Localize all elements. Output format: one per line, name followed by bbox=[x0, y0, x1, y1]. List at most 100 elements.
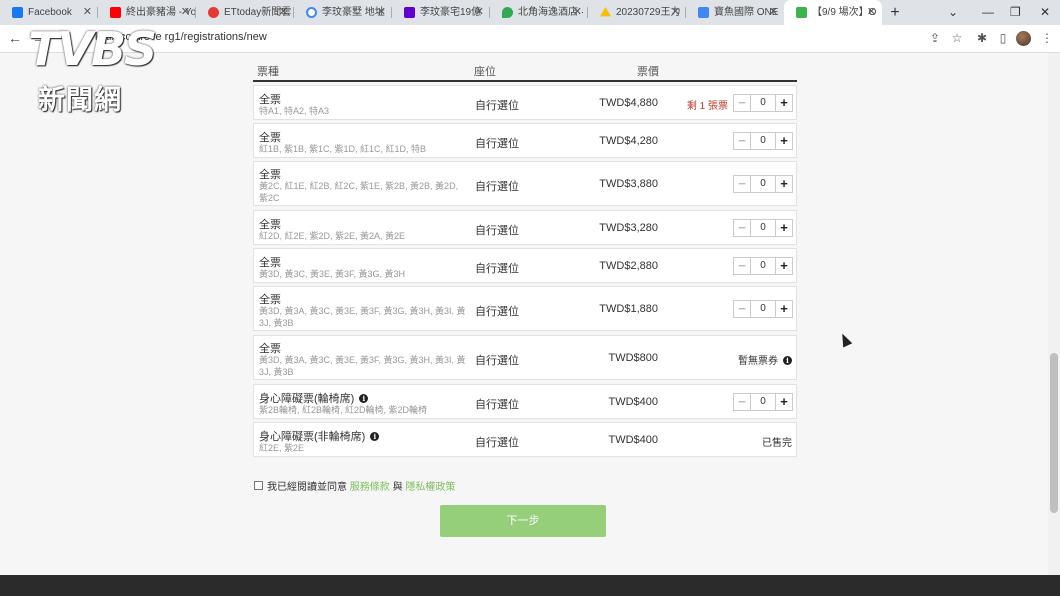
info-icon[interactable]: i bbox=[370, 432, 380, 441]
avatar[interactable] bbox=[1016, 31, 1031, 46]
browser-tab-yahoo[interactable]: 李玟豪宅19億 ✕ bbox=[392, 0, 490, 25]
kktix-icon bbox=[796, 7, 807, 18]
ticket-row: 身心障礙票(輪椅席) i 紫2B輪椅, 紅2B輪椅, 紅2D輪椅, 紫2D輪椅 自… bbox=[253, 384, 797, 419]
decrement-button[interactable]: − bbox=[733, 219, 751, 237]
quantity-value[interactable]: 0 bbox=[751, 175, 775, 193]
decrement-button[interactable]: − bbox=[733, 132, 751, 150]
increment-button[interactable]: + bbox=[775, 393, 793, 411]
close-tab-icon[interactable]: ✕ bbox=[671, 0, 680, 25]
ticket-seats: 特A1, 特A2, 特A3 bbox=[259, 106, 330, 116]
decrement-button[interactable]: − bbox=[733, 175, 751, 193]
next-step-button[interactable]: 下一步 bbox=[440, 505, 606, 537]
quantity-stepper: − 0 + bbox=[733, 132, 793, 150]
ticket-seats: 黃2C, 紅1E, 紅2B, 紅2C, 紫1E, 紫2B, 黃2B, 黃2D, … bbox=[259, 181, 459, 203]
browser-tab-docs[interactable]: 寶魚國際 ONE ✕ bbox=[686, 0, 784, 25]
ticket-row: 全票 紅2D, 紅2E, 紫2D, 紫2E, 黃2A, 黃2E 自行選位 TWD… bbox=[253, 210, 797, 245]
terms-agreement: 我已經閱讀並同意 服務條款 與 隱私權政策 bbox=[254, 478, 455, 493]
seat-selection: 自行選位 bbox=[475, 437, 519, 449]
decrement-button[interactable]: − bbox=[733, 257, 751, 275]
increment-button[interactable]: + bbox=[775, 219, 793, 237]
tvbs-logo: TVBS bbox=[28, 22, 157, 76]
header-seat: 座位 bbox=[474, 66, 496, 78]
quantity-stepper: − 0 + bbox=[733, 257, 793, 275]
seat-selection: 自行選位 bbox=[475, 138, 519, 150]
back-icon[interactable]: ← bbox=[8, 30, 22, 46]
seat-selection: 自行選位 bbox=[475, 306, 519, 318]
scroll-thumb[interactable] bbox=[1050, 353, 1058, 513]
close-tab-icon[interactable]: ✕ bbox=[867, 0, 876, 25]
ticket-row: 全票 黃3D, 黃3A, 黃3C, 黃3E, 黃3F, 黃3G, 黃3H, 黃3… bbox=[253, 286, 797, 331]
bookmark-star-icon[interactable]: ☆ bbox=[950, 31, 964, 45]
decrement-button[interactable]: − bbox=[733, 300, 751, 318]
ticket-price: TWD$3,280 bbox=[599, 222, 658, 234]
info-icon[interactable]: i bbox=[783, 356, 792, 365]
ticket-row: 全票 黃2C, 紅1E, 紅2B, 紅2C, 紫1E, 紫2B, 黃2B, 黃2… bbox=[253, 161, 797, 206]
decrement-button[interactable]: − bbox=[733, 393, 751, 411]
agreement-and: 與 bbox=[392, 482, 403, 493]
increment-button[interactable]: + bbox=[775, 132, 793, 150]
increment-button[interactable]: + bbox=[775, 300, 793, 318]
terms-link[interactable]: 服務條款 bbox=[350, 478, 390, 493]
ticket-row: 全票 紅1B, 紫1B, 紫1C, 紫1D, 紅1C, 紅1D, 特B 自行選位… bbox=[253, 123, 797, 158]
ticket-price: TWD$4,880 bbox=[599, 97, 658, 109]
info-icon[interactable]: i bbox=[359, 394, 369, 403]
quantity-stepper: − 0 + bbox=[733, 393, 793, 411]
ticket-price: TWD$800 bbox=[608, 352, 658, 364]
ticket-price: TWD$3,880 bbox=[599, 178, 658, 190]
share-icon[interactable]: ⇪ bbox=[928, 31, 942, 45]
increment-button[interactable]: + bbox=[775, 94, 793, 112]
agree-checkbox[interactable] bbox=[254, 481, 263, 490]
browser-tab-drive[interactable]: 20230729王力 ✕ bbox=[588, 0, 686, 25]
extensions-icon[interactable]: ✱ bbox=[975, 31, 989, 45]
ticket-row: 全票 特A1, 特A2, 特A3 自行選位 TWD$4,880 剩 1 張票 −… bbox=[253, 85, 797, 120]
ticket-row: 身心障礙票(非輪椅席) i 紅2E, 紫2E 自行選位 TWD$400 已售完 bbox=[253, 422, 797, 457]
new-tab-button[interactable]: + bbox=[882, 0, 908, 25]
quantity-value[interactable]: 0 bbox=[751, 132, 775, 150]
close-tab-icon[interactable]: ✕ bbox=[573, 0, 582, 25]
menu-icon[interactable]: ⋮ bbox=[1040, 31, 1054, 45]
increment-button[interactable]: + bbox=[775, 175, 793, 193]
ticket-seats: 紫2B輪椅, 紅2B輪椅, 紅2D輪椅, 紫2D輪椅 bbox=[259, 405, 428, 415]
decrement-button[interactable]: − bbox=[733, 94, 751, 112]
quantity-value[interactable]: 0 bbox=[751, 300, 775, 318]
browser-tab-maps[interactable]: 北角海逸酒店 · ✕ bbox=[490, 0, 588, 25]
seat-selection: 自行選位 bbox=[475, 225, 519, 237]
quantity-value[interactable]: 0 bbox=[751, 393, 775, 411]
quantity-stepper: − 0 + bbox=[733, 175, 793, 193]
tab-title: 李玟豪墅 地址 bbox=[322, 7, 385, 18]
close-window-icon[interactable]: ✕ bbox=[1040, 0, 1050, 25]
google-icon bbox=[306, 7, 317, 18]
increment-button[interactable]: + bbox=[775, 257, 793, 275]
ticket-row: 全票 黃3D, 黃3A, 黃3C, 黃3E, 黃3F, 黃3G, 黃3H, 黃3… bbox=[253, 335, 797, 380]
browser-tab-kktix[interactable]: 【9/9 場次】O ✕ bbox=[784, 0, 882, 25]
close-tab-icon[interactable]: ✕ bbox=[769, 0, 778, 25]
seat-selection: 自行選位 bbox=[475, 399, 519, 411]
quantity-value[interactable]: 0 bbox=[751, 94, 775, 112]
agreement-text: 我已經閱讀並同意 bbox=[267, 482, 347, 493]
header-price: 票價 bbox=[637, 66, 659, 78]
close-tab-icon[interactable]: ✕ bbox=[475, 0, 484, 25]
browser-tab-google[interactable]: 李玟豪墅 地址 ✕ bbox=[294, 0, 392, 25]
quantity-stepper: − 0 + bbox=[733, 300, 793, 318]
quantity-stepper: − 0 + bbox=[733, 94, 793, 112]
close-tab-icon[interactable]: ✕ bbox=[279, 0, 288, 25]
tab-title: 李玟豪宅19億 bbox=[420, 7, 482, 18]
quantity-value[interactable]: 0 bbox=[751, 257, 775, 275]
ticket-row: 全票 黃3D, 黃3C, 黃3E, 黃3F, 黃3G, 黃3H 自行選位 TWD… bbox=[253, 248, 797, 283]
close-tab-icon[interactable]: ✕ bbox=[377, 0, 386, 25]
ettoday-icon bbox=[208, 7, 219, 18]
minimize-icon[interactable]: — bbox=[982, 0, 994, 25]
ticket-price: TWD$400 bbox=[608, 396, 658, 408]
quantity-value[interactable]: 0 bbox=[751, 219, 775, 237]
docs-icon bbox=[698, 7, 709, 18]
restore-icon[interactable]: ❐ bbox=[1010, 0, 1021, 25]
seat-selection: 自行選位 bbox=[475, 100, 519, 112]
facebook-icon bbox=[12, 7, 23, 18]
scrollbar[interactable] bbox=[1048, 53, 1060, 575]
ticket-price: TWD$400 bbox=[608, 434, 658, 446]
tab-search-icon[interactable]: ⌄ bbox=[948, 0, 958, 25]
sidepanel-icon[interactable]: ▯ bbox=[996, 31, 1010, 45]
ticket-seats: 紅2E, 紫2E bbox=[259, 443, 305, 453]
privacy-link[interactable]: 隱私權政策 bbox=[405, 478, 455, 493]
status-text: 暫無票券 bbox=[738, 356, 778, 367]
